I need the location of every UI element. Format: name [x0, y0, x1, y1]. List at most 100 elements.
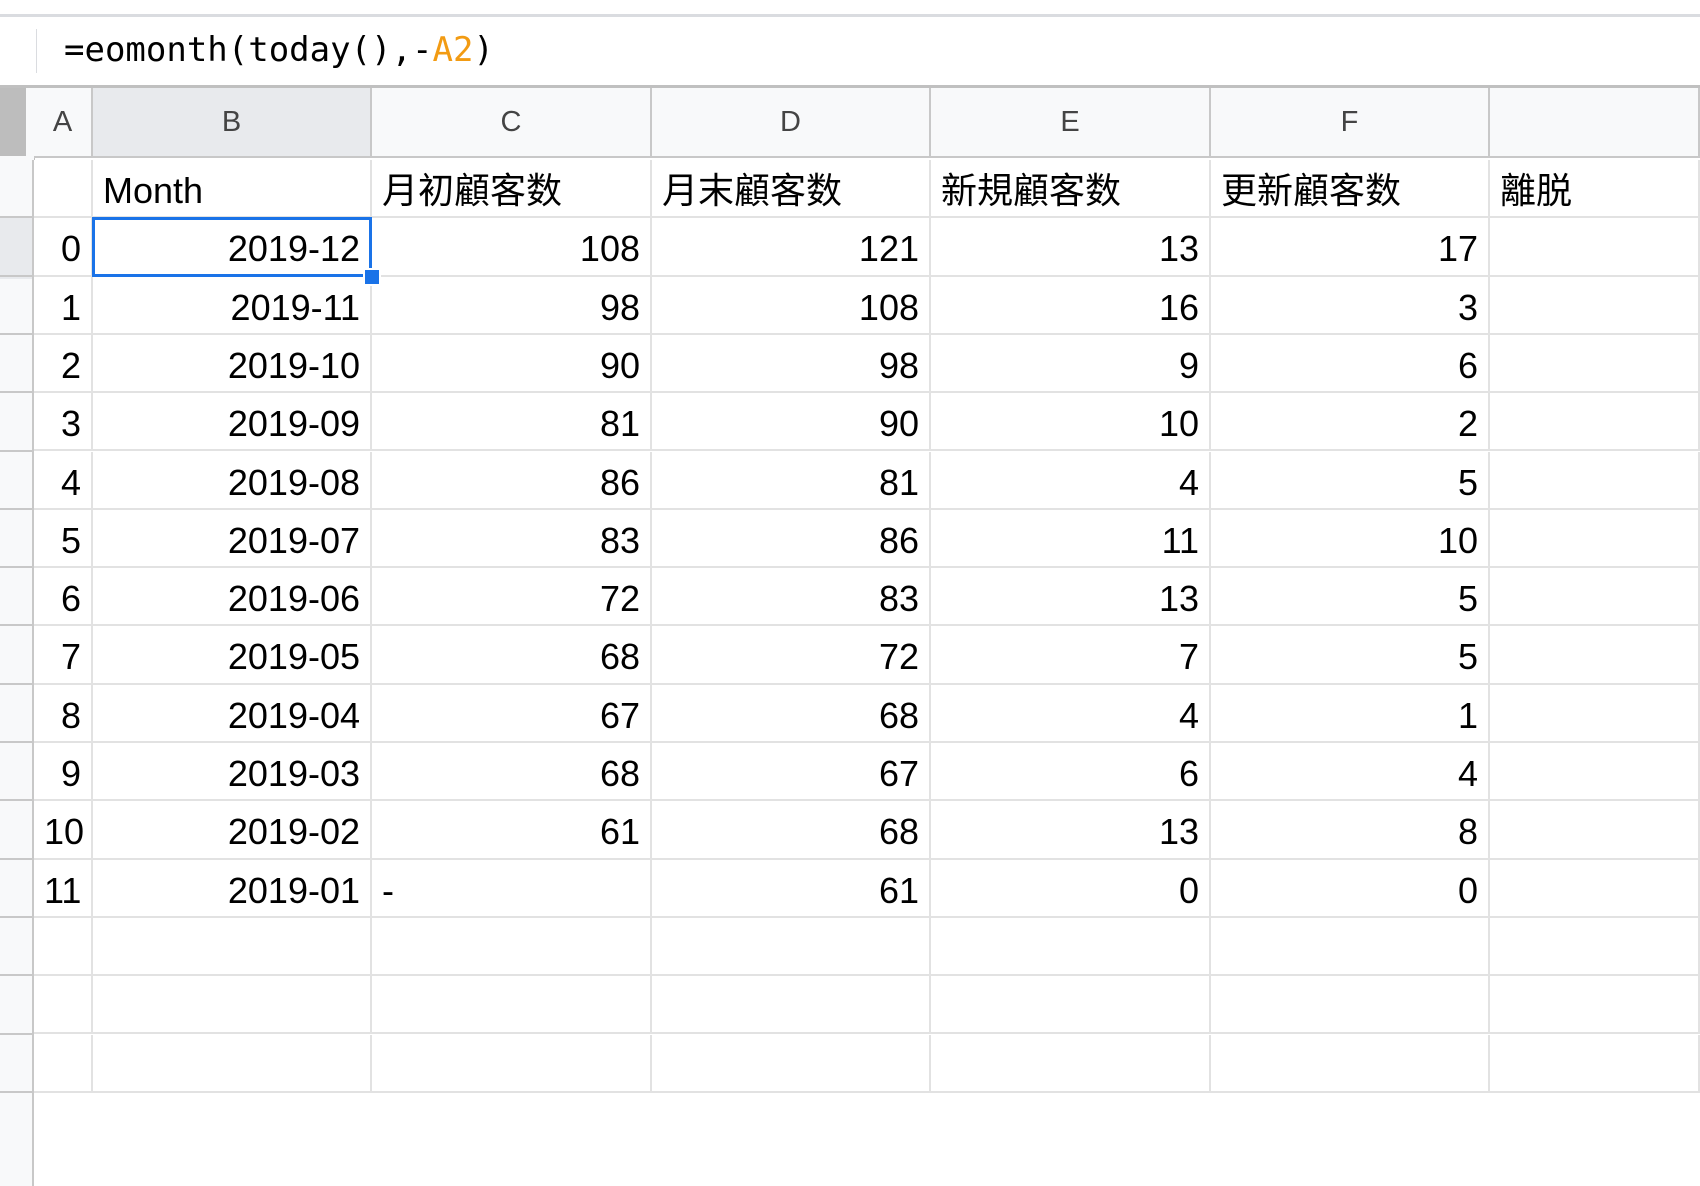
empty-cell[interactable]	[931, 917, 1211, 977]
empty-cell[interactable]	[93, 976, 372, 1035]
table-cell[interactable]: 16	[931, 276, 1211, 335]
table-cell[interactable]: 83	[372, 509, 652, 569]
column-header-e[interactable]: E	[931, 88, 1211, 158]
month-cell[interactable]: 2019-11	[93, 276, 372, 335]
table-cell[interactable]: 10	[931, 393, 1211, 452]
index-cell[interactable]: 1	[34, 276, 93, 335]
row-gutter[interactable]	[0, 160, 34, 1186]
table-cell[interactable]: 61	[652, 859, 931, 918]
empty-cell[interactable]	[93, 1034, 372, 1093]
table-cell[interactable]: 13	[931, 568, 1211, 627]
empty-cell[interactable]	[1490, 917, 1700, 977]
index-cell[interactable]: 4	[34, 451, 93, 510]
index-cell[interactable]: 9	[34, 743, 93, 802]
empty-cell[interactable]	[652, 1034, 931, 1093]
table-cell[interactable]: 83	[652, 568, 931, 627]
table-cell[interactable]: 17	[1211, 218, 1490, 277]
table-cell[interactable]: 68	[652, 684, 931, 743]
table-header-cell[interactable]: 更新顧客数	[1211, 160, 1490, 219]
table-cell[interactable]: 68	[372, 626, 652, 685]
empty-cell[interactable]	[1211, 1034, 1490, 1093]
column-header-f[interactable]: F	[1211, 88, 1490, 158]
table-cell[interactable]: 121	[652, 218, 931, 277]
table-cell[interactable]: 68	[372, 743, 652, 802]
table-cell[interactable]: 81	[372, 393, 652, 452]
index-cell[interactable]: 3	[34, 393, 93, 452]
table-header-cell[interactable]: 月初顧客数	[372, 160, 652, 219]
table-cell[interactable]	[1490, 801, 1700, 860]
index-cell[interactable]: 0	[34, 218, 93, 277]
empty-cell[interactable]	[931, 976, 1211, 1035]
table-cell[interactable]	[1490, 684, 1700, 743]
table-cell[interactable]: 61	[372, 801, 652, 860]
table-cell[interactable]: 5	[1211, 626, 1490, 685]
table-cell[interactable]: 0	[1211, 859, 1490, 918]
table-cell[interactable]: 108	[652, 276, 931, 335]
empty-cell[interactable]	[372, 976, 652, 1035]
empty-cell[interactable]	[93, 917, 372, 977]
column-header-b[interactable]: B	[93, 88, 372, 158]
month-cell[interactable]: 2019-01	[93, 859, 372, 918]
empty-cell[interactable]	[372, 917, 652, 977]
column-header-next[interactable]	[1490, 88, 1700, 158]
month-cell[interactable]: 2019-12	[93, 218, 372, 277]
index-cell[interactable]: 8	[34, 684, 93, 743]
table-cell[interactable]: 1	[1211, 684, 1490, 743]
empty-cell[interactable]	[652, 917, 931, 977]
table-cell[interactable]: 9	[931, 334, 1211, 394]
table-cell[interactable]: 2	[1211, 393, 1490, 452]
table-cell[interactable]: 3	[1211, 276, 1490, 335]
table-cell[interactable]	[1490, 276, 1700, 335]
spreadsheet-grid[interactable]: A B C D E F Month 月初顧客数 月末顧客数 新規顧客数 更新顧客数 離脱 0 2019-1…	[0, 88, 1700, 1186]
table-cell[interactable]: 86	[652, 509, 931, 569]
table-cell[interactable]: 13	[931, 801, 1211, 860]
table-cell[interactable]: 108	[372, 218, 652, 277]
table-cell[interactable]: 4	[931, 451, 1211, 510]
table-header-cell[interactable]	[34, 160, 93, 219]
empty-cell[interactable]	[34, 917, 93, 977]
index-cell[interactable]: 2	[34, 334, 93, 394]
index-cell[interactable]: 6	[34, 568, 93, 627]
empty-cell[interactable]	[1490, 1034, 1700, 1093]
table-cell[interactable]	[1490, 334, 1700, 394]
table-cell[interactable]: 6	[931, 743, 1211, 802]
month-cell[interactable]: 2019-03	[93, 743, 372, 802]
index-cell[interactable]: 5	[34, 509, 93, 569]
empty-cell[interactable]	[652, 976, 931, 1035]
column-header-d[interactable]: D	[652, 88, 931, 158]
column-header-c[interactable]: C	[372, 88, 652, 158]
table-cell[interactable]: 67	[652, 743, 931, 802]
index-cell[interactable]: 10	[34, 801, 93, 860]
table-header-cell[interactable]: 月末顧客数	[652, 160, 931, 219]
table-cell[interactable]: 72	[652, 626, 931, 685]
table-cell[interactable]	[1490, 743, 1700, 802]
table-cell[interactable]: 4	[931, 684, 1211, 743]
fill-handle[interactable]	[363, 267, 381, 286]
table-cell[interactable]: 67	[372, 684, 652, 743]
month-cell[interactable]: 2019-04	[93, 684, 372, 743]
table-header-cell[interactable]: 新規顧客数	[931, 160, 1211, 219]
column-header-a[interactable]: A	[34, 88, 93, 158]
table-cell[interactable]: 90	[652, 393, 931, 452]
table-cell[interactable]	[1490, 568, 1700, 627]
index-cell[interactable]: 7	[34, 626, 93, 685]
month-cell[interactable]: 2019-08	[93, 451, 372, 510]
table-cell[interactable]: 4	[1211, 743, 1490, 802]
table-cell[interactable]	[1490, 393, 1700, 452]
table-cell[interactable]: 13	[931, 218, 1211, 277]
index-cell[interactable]: 11	[34, 859, 93, 918]
empty-cell[interactable]	[931, 1034, 1211, 1093]
month-cell[interactable]: 2019-06	[93, 568, 372, 627]
select-all-corner[interactable]	[0, 88, 35, 160]
table-cell[interactable]: 10	[1211, 509, 1490, 569]
table-cell[interactable]: 98	[372, 276, 652, 335]
table-cell[interactable]: 5	[1211, 451, 1490, 510]
table-cell[interactable]: 8	[1211, 801, 1490, 860]
month-cell[interactable]: 2019-02	[93, 801, 372, 860]
table-cell[interactable]: 6	[1211, 334, 1490, 394]
formula-input[interactable]: =eomonth(today(),-A2)	[64, 27, 494, 73]
empty-cell[interactable]	[34, 1034, 93, 1093]
table-header-cell[interactable]: Month	[93, 160, 372, 219]
empty-cell[interactable]	[372, 1034, 652, 1093]
table-cell[interactable]: 98	[652, 334, 931, 394]
